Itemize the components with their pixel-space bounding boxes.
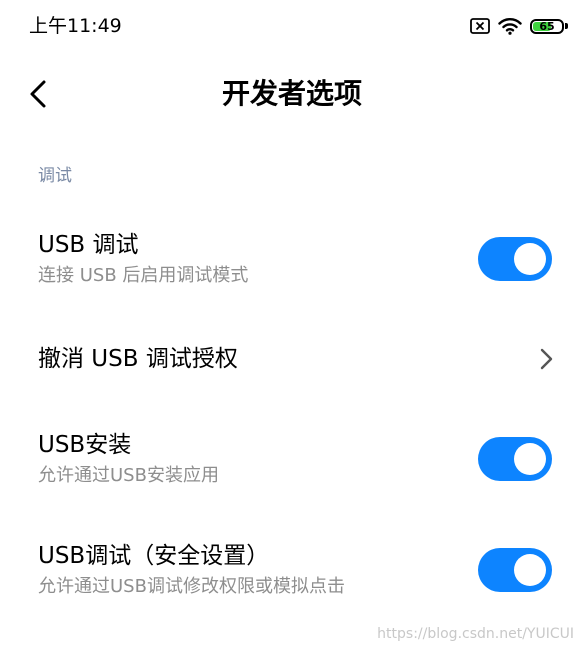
row-subtitle: 允许通过USB调试修改权限或模拟点击 (38, 576, 345, 597)
battery-icon: 65 (530, 18, 564, 34)
row-subtitle: 连接 USB 后启用调试模式 (38, 265, 249, 286)
row-subtitle: 允许通过USB安装应用 (38, 465, 219, 486)
usb-install-row[interactable]: USB安装 允许通过USB安装应用 (0, 426, 584, 506)
wifi-icon (498, 17, 522, 35)
row-title: USB调试（安全设置） (38, 543, 270, 569)
toggle-knob (514, 243, 546, 275)
battery-level: 65 (539, 19, 555, 33)
status-bar: 上午11:49 65 (0, 0, 584, 50)
chevron-right-icon (540, 348, 553, 370)
status-time: 上午11:49 (29, 15, 122, 37)
usb-debugging-security-toggle[interactable] (478, 548, 552, 592)
battery-cap (565, 23, 568, 29)
toggle-knob (514, 443, 546, 475)
usb-debugging-row[interactable]: USB 调试 连接 USB 后启用调试模式 (0, 226, 584, 306)
row-title: USB安装 (38, 432, 132, 458)
section-label: 调试 (38, 166, 72, 186)
revoke-usb-auth-row[interactable]: 撤消 USB 调试授权 (0, 336, 584, 386)
row-title: 撤消 USB 调试授权 (38, 346, 238, 372)
toggle-knob (514, 554, 546, 586)
watermark: https://blog.csdn.net/YUICUI (377, 626, 574, 642)
usb-install-toggle[interactable] (478, 437, 552, 481)
row-title: USB 调试 (38, 232, 139, 258)
header: 开发者选项 (0, 60, 584, 130)
status-icons: 65 (470, 14, 568, 38)
usb-debugging-toggle[interactable] (478, 237, 552, 281)
no-sim-icon (470, 18, 490, 34)
page-title: 开发者选项 (221, 77, 362, 110)
usb-debugging-security-row[interactable]: USB调试（安全设置） 允许通过USB调试修改权限或模拟点击 (0, 537, 584, 617)
